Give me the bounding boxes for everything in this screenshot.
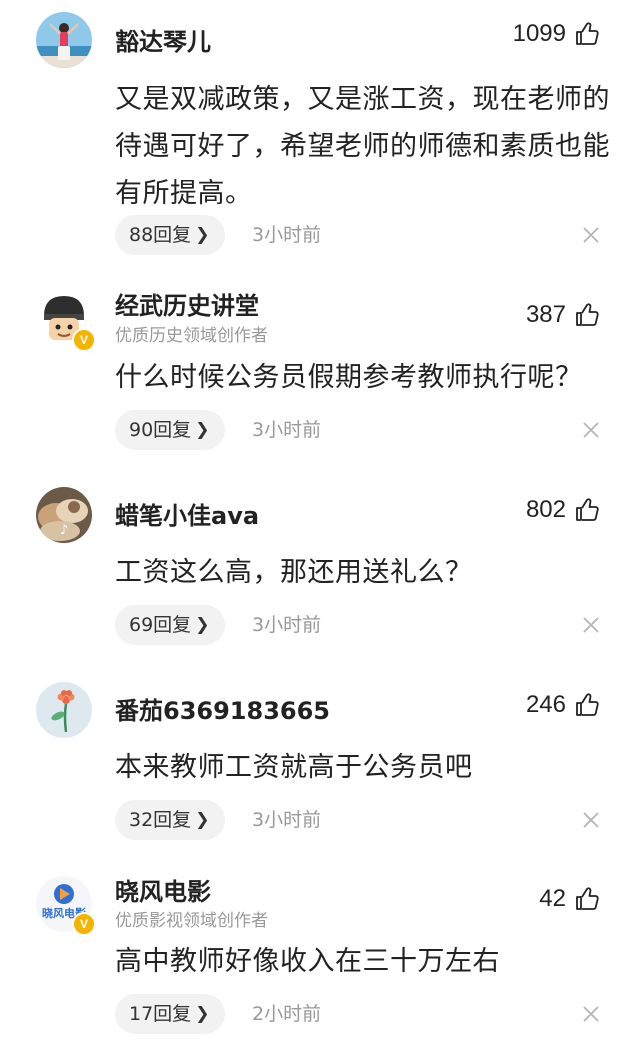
chevron-right-icon: ❯: [195, 810, 210, 830]
like-count: 1099: [512, 20, 566, 47]
close-icon[interactable]: [582, 616, 600, 634]
avatar[interactable]: [36, 12, 92, 68]
reply-count-button[interactable]: 17回复 ❯: [115, 994, 226, 1034]
username[interactable]: 晓风电影: [115, 872, 211, 907]
comment-text: 又是双减政策，又是涨工资，现在老师的待遇可好了，希望老师的师德和素质也能有所提高…: [115, 84, 610, 209]
comment-text: 高中教师好像收入在三十万左右: [115, 946, 500, 977]
like-count: 42: [539, 885, 566, 912]
thumbs-up-icon: [574, 886, 600, 912]
username[interactable]: 经武历史讲堂: [115, 286, 259, 321]
like-count: 802: [525, 496, 566, 523]
timestamp: 3小时前: [252, 809, 322, 831]
verified-badge: V: [72, 328, 96, 352]
like-button[interactable]: 387: [526, 301, 600, 329]
creator-subtitle: 优质历史领域创作者: [115, 326, 268, 346]
reply-count-button[interactable]: 90回复 ❯: [115, 410, 226, 450]
timestamp: 3小时前: [252, 614, 322, 636]
like-button[interactable]: 42: [539, 885, 600, 913]
tiktok-icon: ♪: [59, 523, 69, 538]
reply-count-button[interactable]: 69回复 ❯: [115, 605, 226, 645]
timestamp: 3小时前: [252, 419, 322, 441]
close-icon[interactable]: [582, 226, 600, 244]
comment-text: 工资这么高，那还用送礼么？: [115, 557, 473, 588]
thumbs-up-icon: [574, 302, 600, 328]
avatar[interactable]: [36, 682, 92, 738]
username[interactable]: 豁达琴儿: [115, 22, 211, 57]
close-icon[interactable]: [582, 421, 600, 439]
like-button[interactable]: 802: [526, 496, 600, 524]
like-count: 246: [525, 691, 566, 718]
reply-count-button[interactable]: 32回复 ❯: [115, 800, 226, 840]
chevron-right-icon: ❯: [195, 225, 210, 245]
reply-count: 88回复: [129, 224, 192, 246]
like-button[interactable]: 1099: [513, 20, 600, 48]
timestamp: 3小时前: [252, 224, 322, 246]
reply-count-button[interactable]: 88回复 ❯: [115, 215, 226, 255]
reply-count: 17回复: [129, 1003, 192, 1025]
reply-count: 69回复: [129, 614, 192, 636]
close-icon[interactable]: [582, 1005, 600, 1023]
username[interactable]: 蜡笔小佳ava: [115, 496, 259, 531]
thumbs-up-icon: [574, 497, 600, 523]
avatar[interactable]: V: [36, 292, 96, 352]
comment-text: 什么时候公务员假期参考教师执行呢？: [115, 362, 583, 393]
creator-subtitle: 优质影视领域创作者: [115, 911, 268, 931]
verified-badge: V: [72, 912, 96, 936]
thumbs-up-icon: [574, 21, 600, 47]
chevron-right-icon: ❯: [195, 420, 210, 440]
close-icon[interactable]: [582, 811, 600, 829]
username[interactable]: 番茄6369183665: [115, 691, 330, 726]
like-button[interactable]: 246: [526, 691, 600, 719]
avatar[interactable]: ♪: [36, 487, 92, 543]
reply-count: 32回复: [129, 809, 192, 831]
thumbs-up-icon: [574, 692, 600, 718]
chevron-right-icon: ❯: [195, 615, 210, 635]
reply-count: 90回复: [129, 419, 192, 441]
chevron-right-icon: ❯: [195, 1004, 210, 1024]
avatar[interactable]: 晓风电影 V: [36, 876, 96, 936]
comment-text: 本来教师工资就高于公务员吧: [115, 752, 473, 783]
like-count: 387: [525, 301, 566, 328]
timestamp: 2小时前: [252, 1003, 322, 1025]
